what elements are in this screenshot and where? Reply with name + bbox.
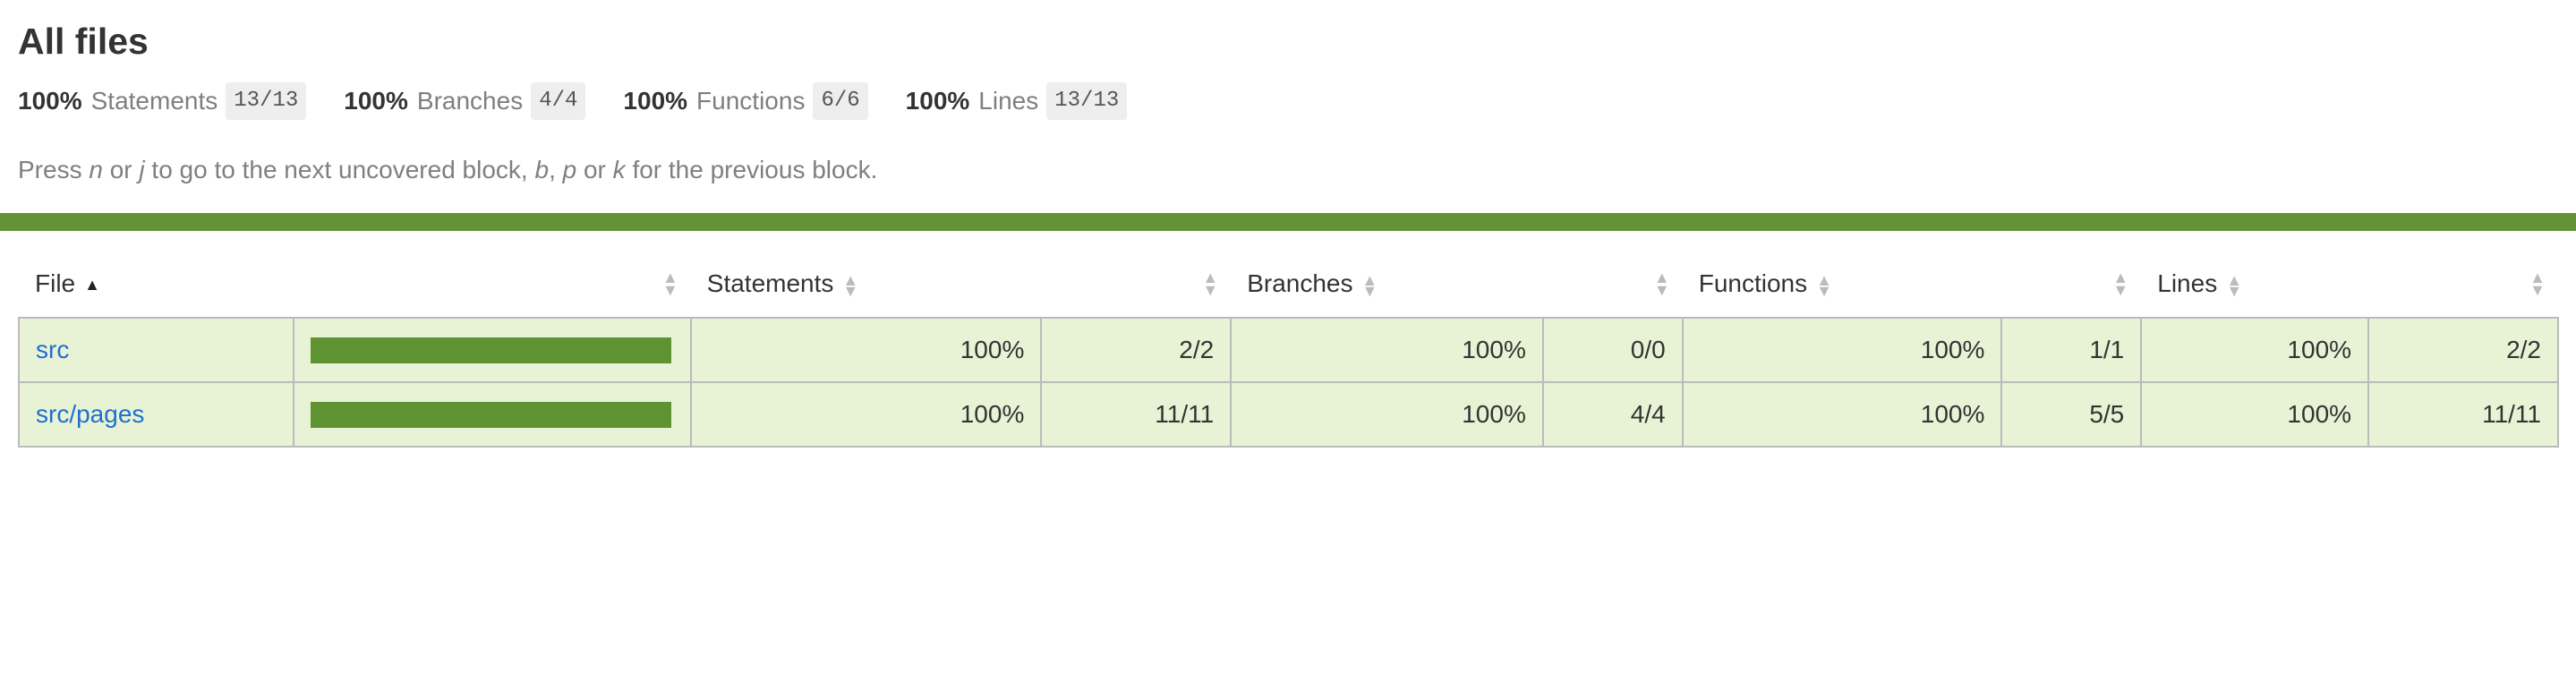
summary-lines-label: Lines [978,87,1039,115]
coverage-table: File ▲ ▲ ▼ Statements ▲ ▼ ▲ ▼ Branches ▲ ▼ ▲ ▼ F… [18,251,2559,448]
header-statements[interactable]: Statements ▲ ▼ ▲ ▼ [691,251,1231,318]
summary-branches: 100% Branches 4/4 [344,82,586,120]
functions-pct-cell: 100% [1681,317,2003,383]
hint-key-k: k [612,156,626,183]
hint-key-b: b [534,156,550,183]
summary-functions: 100% Functions 6/6 [623,82,868,120]
statements-pct-cell: 100% [689,381,1043,448]
branches-pct-cell: 100% [1230,317,1544,383]
functions-frac-cell: 5/5 [2000,381,2143,448]
page-title: All files [18,21,149,62]
header-branches[interactable]: Branches ▲ ▼ ▲ ▼ [1231,251,1683,318]
hint-text: or [576,156,613,183]
summary-branches-label: Branches [416,87,524,115]
sort-icon: ▲ ▼ [661,269,678,299]
branches-frac-cell: 4/4 [1541,381,1684,448]
coverage-status-line [0,213,2576,231]
lines-pct-cell: 100% [2140,317,2370,383]
summary-branches-pct: 100% [344,87,408,115]
hint-text: or [102,156,140,183]
header-file-bar[interactable]: ▲ ▼ [294,251,691,318]
header-branches-label: Branches [1247,269,1353,297]
table-header-row: File ▲ ▲ ▼ Statements ▲ ▼ ▲ ▼ Branches ▲ ▼ ▲ ▼ F… [19,251,2558,318]
sort-ascending-icon: ▲ [84,276,100,294]
coverage-bar-fill [310,401,671,428]
header-file-label: File [35,269,76,297]
lines-frac-cell: 2/2 [2367,317,2559,383]
sort-icon: ▲ ▼ [1361,270,1378,300]
functions-pct-cell: 100% [1681,381,2003,448]
sort-icon: ▲ ▼ [1816,270,1832,300]
statements-pct-cell: 100% [689,317,1043,383]
summary-statements-label: Statements [90,87,218,115]
header-lines-label: Lines [2157,269,2218,297]
hint-text: Press [18,156,90,183]
coverage-bar [310,401,671,428]
file-cell: src/pages [18,381,294,448]
file-cell: src [18,317,294,383]
table-row: src 100% 2/2 100% 0/0 100% 1/1 100% 2/2 [18,317,2559,383]
statements-frac-cell: 11/11 [1040,381,1233,448]
summary-functions-fraction: 6/6 [813,82,868,120]
sort-icon: ▲ ▼ [2529,269,2546,299]
functions-frac-cell: 1/1 [2000,317,2143,383]
coverage-bar-fill [310,337,671,363]
summary-functions-pct: 100% [623,87,688,115]
coverage-bar-cell [292,381,692,448]
summary-statements-pct: 100% [18,87,82,115]
lines-pct-cell: 100% [2140,381,2370,448]
hint-key-n: n [89,156,103,183]
summary-lines-pct: 100% [905,87,970,115]
summary-lines: 100% Lines 13/13 [906,82,1128,120]
header-file[interactable]: File ▲ [19,251,294,318]
summary-statements: 100% Statements 13/13 [18,82,307,120]
branches-pct-cell: 100% [1230,381,1544,448]
coverage-bar [310,337,671,363]
file-link-src-pages[interactable]: src/pages [36,400,144,428]
summary-lines-fraction: 13/13 [1046,82,1128,120]
keyboard-hint: Press n or j to go to the next uncovered… [18,154,2558,186]
lines-frac-cell: 11/11 [2367,381,2559,448]
branches-frac-cell: 0/0 [1541,317,1684,383]
hint-text: to go to the next uncovered block, [144,156,535,183]
hint-key-p: p [562,156,577,183]
statements-frac-cell: 2/2 [1040,317,1233,383]
summary-statements-fraction: 13/13 [226,82,307,120]
summary-functions-label: Functions [696,87,806,115]
sort-icon: ▲ ▼ [2112,269,2129,299]
summary-branches-fraction: 4/4 [531,82,586,120]
sort-icon: ▲ ▼ [842,270,859,300]
sort-icon: ▲ ▼ [2226,270,2243,300]
header-lines[interactable]: Lines ▲ ▼ ▲ ▼ [2141,251,2558,318]
header-functions[interactable]: Functions ▲ ▼ ▲ ▼ [1683,251,2142,318]
sort-icon: ▲ ▼ [1653,269,1670,299]
sort-icon: ▲ ▼ [1202,269,1219,299]
file-link-src[interactable]: src [36,336,69,363]
coverage-summary: 100% Statements 13/13 100% Branches 4/4 … [18,82,2558,120]
header-statements-label: Statements [706,269,834,297]
hint-text: for the previous block. [625,156,878,183]
table-row: src/pages 100% 11/11 100% 4/4 100% 5/5 1… [18,381,2559,448]
header-functions-label: Functions [1698,269,1808,297]
hint-text: , [549,156,563,183]
coverage-bar-cell [292,317,692,383]
